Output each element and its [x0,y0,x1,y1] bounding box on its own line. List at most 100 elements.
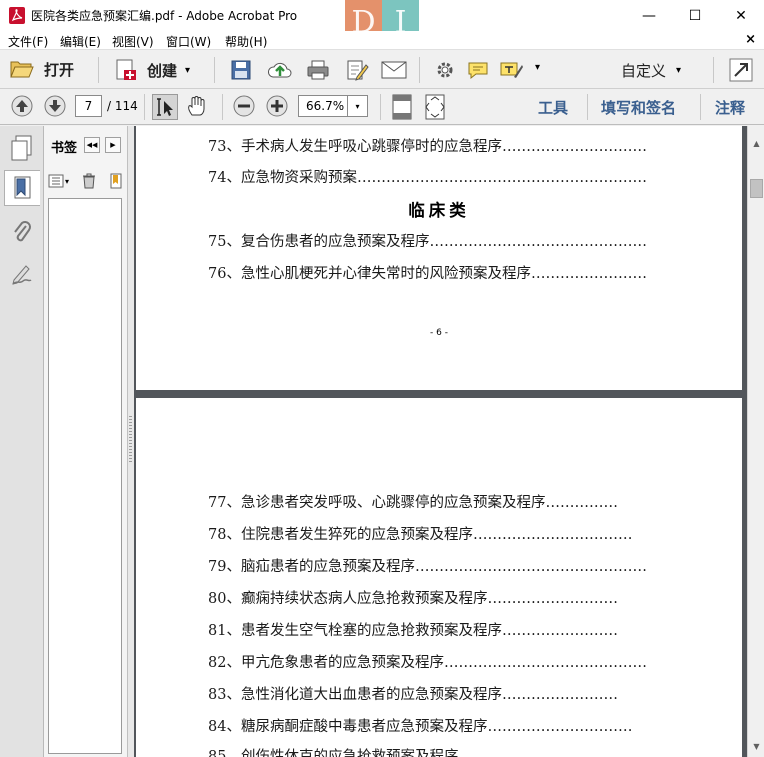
comment-tab[interactable]: 注释 [715,97,745,118]
toolbar-separator [380,94,381,120]
print-button[interactable] [306,59,330,81]
zoom-level-input[interactable]: 66.7% [298,95,348,117]
toc-entry: 77、急诊患者突发呼吸、心跳骤停的应急预案及程序…………… [208,495,618,511]
document-viewport[interactable]: 73、手术病人发生呼吸心跳骤停时的应急程序………………………… 74、应急物资采… [134,126,747,757]
page-number-input[interactable]: 7 [75,95,102,117]
options-list-icon [48,174,64,188]
title-bar: 医院各类应急预案汇编.pdf - Adobe Acrobat Pro D I —… [0,0,764,46]
previous-page-button[interactable] [11,95,33,117]
double-chevron-left-icon: ◀◀ [86,141,98,149]
zoom-dropdown-button[interactable]: ▾ [348,95,368,117]
more-tools-dropdown[interactable]: ▾ [535,62,540,73]
toc-entry: 78、住院患者发生猝死的应急预案及程序…………………………… [208,527,633,543]
upload-cloud-button[interactable] [267,59,293,81]
customize-label: 自定义 [621,62,667,80]
hand-tool-button[interactable] [186,95,208,117]
more-dropdown-icon: ▾ [535,62,541,73]
scroll-mode-button[interactable] [390,94,414,120]
page-footer-number: - 6 - [430,328,448,338]
envelope-icon [381,61,407,79]
bookmarks-panel-button[interactable] [4,170,40,206]
navigation-toolbar: 7 / 114 66.7% ▾ 工具 填写和签名 注释 [0,89,764,125]
splitter-grip[interactable] [129,416,132,464]
new-bookmark-button[interactable] [110,173,122,189]
zoom-out-button[interactable] [233,95,255,117]
settings-button[interactable] [434,59,456,81]
vertical-scrollbar[interactable]: ▲ ▼ [747,126,764,757]
toolbar-separator [713,57,714,83]
section-heading: 临床类 [408,201,470,220]
bookmarks-panel-title: 书签 [51,141,78,156]
toc-entry: 81、患者发生空气栓塞的应急抢救预案及程序…………………… [208,623,618,639]
tools-tab[interactable]: 工具 [538,97,568,118]
maximize-button[interactable]: ☐ [672,0,718,31]
close-icon: ✕ [735,7,747,24]
create-button[interactable]: 创建 ▾ [114,58,190,82]
toc-entry: 75、复合伤患者的应急预案及程序……………………………………… [208,234,647,250]
scroll-down-button[interactable]: ▼ [748,738,764,755]
edit-document-button[interactable] [345,59,369,81]
toc-entry: 73、手术病人发生呼吸心跳骤停时的应急程序………………………… [208,139,647,155]
scroll-up-button[interactable]: ▲ [748,135,764,152]
arrow-down-circle-icon [44,95,66,117]
signatures-button[interactable] [4,256,40,292]
email-button[interactable] [381,60,407,80]
paperclip-icon [14,221,31,242]
fill-and-sign-tab[interactable]: 填写和签名 [601,97,676,118]
save-icon [231,60,251,80]
zoom-in-button[interactable] [266,95,288,117]
toolbar-separator [419,57,420,83]
expand-view-button[interactable] [729,58,753,82]
next-page-button[interactable] [44,95,66,117]
pdf-page-6: 73、手术病人发生呼吸心跳骤停时的应急程序………………………… 74、应急物资采… [136,126,742,390]
close-window-button[interactable]: ✕ [718,0,764,31]
expand-arrow-icon [729,58,753,82]
page-thumbnails-button[interactable] [4,130,40,166]
toolbar-separator [98,57,99,83]
folder-open-icon [10,61,34,78]
bookmarks-panel: 书签 ◀◀ ▶ ▾ [44,126,128,757]
menu-file[interactable]: 文件(F) [8,33,48,50]
menu-edit[interactable]: 编辑(E) [60,33,101,50]
open-button[interactable]: 打开 [10,58,74,80]
menu-window[interactable]: 窗口(W) [166,33,211,50]
navigation-pane-bar [0,126,44,757]
next-panel-button[interactable]: ▶ [105,137,121,153]
scrollbar-thumb[interactable] [750,179,763,198]
toc-entry: 83、急性消化道大出血患者的应急预案及程序…………………… [208,687,618,703]
comment-button[interactable] [467,59,489,81]
scroll-down-icon: ▼ [753,742,760,751]
window-title: 医院各类应急预案汇编.pdf - Adobe Acrobat Pro [31,9,298,23]
bookmarks-list[interactable] [48,198,122,754]
toc-entry: 85、创伤性休克的应急抢救预案及程序……………………………… [208,749,633,757]
bookmark-options-button[interactable]: ▾ [48,174,69,188]
menu-view[interactable]: 视图(V) [112,33,154,50]
cloud-upload-icon [267,62,292,78]
menu-help[interactable]: 帮助(H) [225,33,267,50]
minus-circle-icon [233,95,255,117]
page-scroll-icon [392,94,412,120]
delete-bookmark-button[interactable] [82,173,96,189]
toc-entry: 74、应急物资采购预案…………………………………………………… [208,170,647,186]
select-tool-button[interactable] [152,94,178,120]
toc-entry: 79、脑疝患者的应急预案及程序………………………………………… [208,559,647,575]
close-document-button[interactable]: × [745,32,756,47]
create-label: 创建 [147,61,178,80]
fit-page-button[interactable] [423,94,447,120]
collapse-panel-button[interactable]: ◀◀ [84,137,100,153]
highlight-button[interactable] [500,59,524,81]
new-bookmark-icon [110,173,122,189]
customize-dropdown[interactable]: 自定义 ▾ [621,60,681,81]
options-dropdown-icon: ▾ [65,176,70,186]
scroll-up-icon: ▲ [753,139,760,148]
acrobat-app-icon[interactable] [9,7,25,24]
bookmark-icon [14,176,30,199]
attachments-button[interactable] [4,214,40,250]
save-button[interactable] [230,59,252,81]
gear-icon [437,62,453,78]
minimize-button[interactable]: — [626,0,672,31]
toc-entry: 84、糖尿病酮症酸中毒患者应急预案及程序………………………… [208,719,633,735]
toolbar-separator [700,94,701,120]
highlighter-icon [500,62,523,78]
create-dropdown-icon: ▾ [185,64,191,76]
